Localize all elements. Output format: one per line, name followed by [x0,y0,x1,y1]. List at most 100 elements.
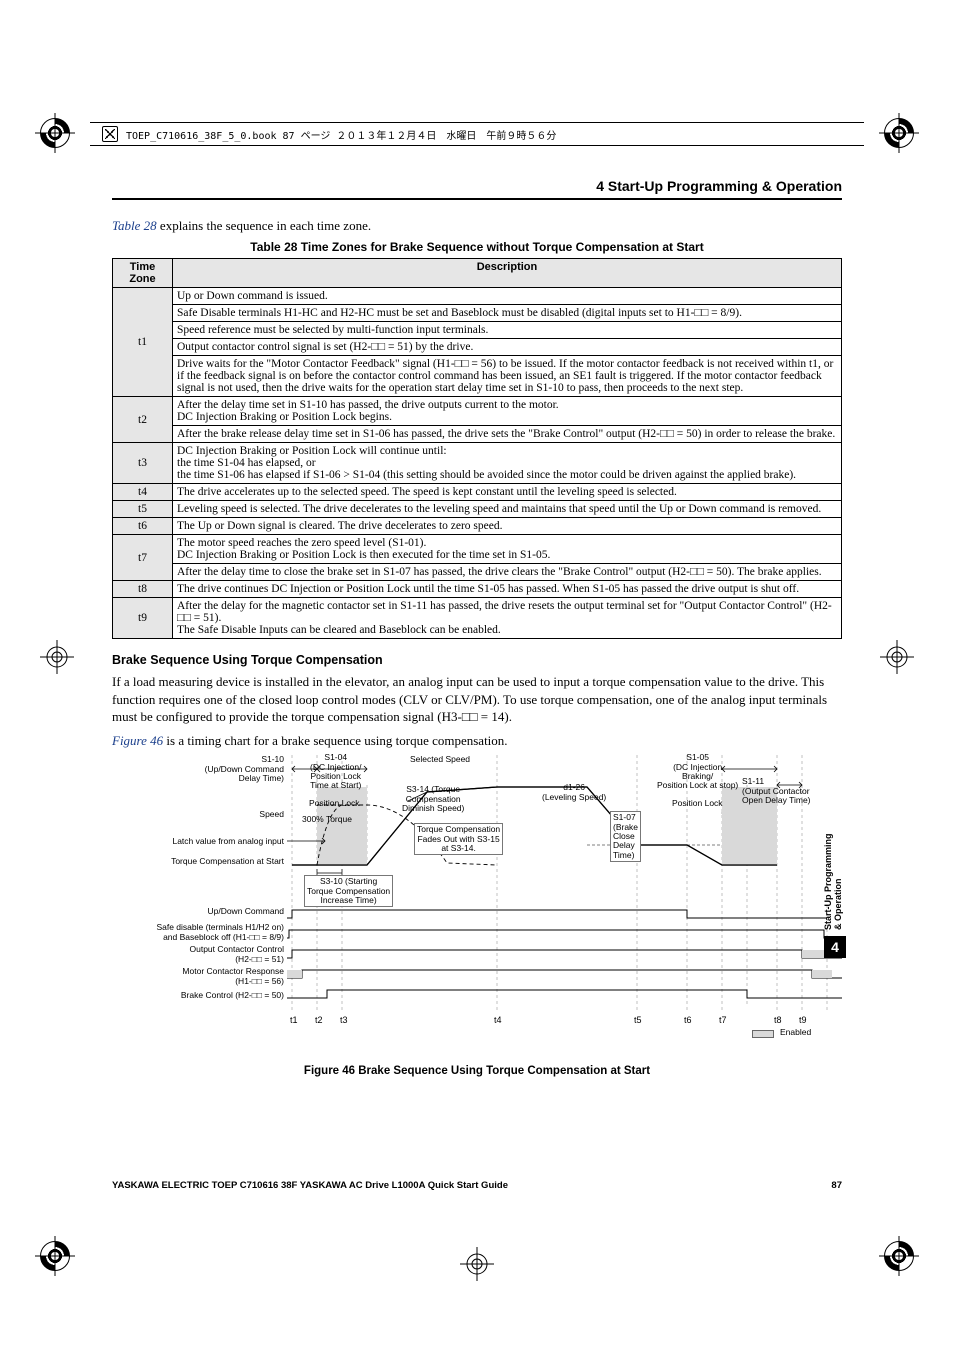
tick-t3: t3 [340,1015,348,1025]
legend-swatch-enabled [752,1030,774,1038]
registration-mark-icon [40,640,74,674]
label-motor-contactor-resp: Motor Contactor Response (H1-□□ = 56) [182,967,284,986]
registration-mark-icon [884,1241,914,1271]
book-icon [102,126,118,142]
col-header-description: Description [173,259,842,288]
note-300pct: 300% Torque [302,815,352,824]
side-tab: Start-Up Programming & Operation 4 [824,830,846,960]
cell: Safe Disable terminals H1-HC and H2-HC m… [173,305,842,322]
tick-t1: t1 [290,1015,298,1025]
tick-t7: t7 [719,1015,727,1025]
figure-46-caption: Figure 46 Brake Sequence Using Torque Co… [112,1065,842,1077]
tz-t4: t4 [113,484,173,501]
cell: Speed reference must be selected by mult… [173,322,842,339]
tick-t9: t9 [799,1015,807,1025]
registration-mark-icon [460,1247,494,1281]
side-tab-label: Start-Up Programming & Operation [824,830,844,930]
registration-mark-icon [40,118,70,148]
label-s1-10: S1-10 (Up/Down Command Delay Time) [205,755,284,783]
table-row: t6The Up or Down signal is cleared. The … [113,518,842,535]
link-table-28[interactable]: Table 28 [112,218,157,233]
paragraph: Figure 46 is a timing chart for a brake … [112,732,842,750]
table-row: t8The drive continues DC Injection or Po… [113,581,842,598]
page-footer: YASKAWA ELECTRIC TOEP C710616 38F YASKAW… [112,1180,842,1191]
label-speed: Speed [259,810,284,819]
note-tcomp-fade: Torque Compensation Fades Out with S3-15… [414,823,503,855]
note-s1-04: S1-04 (DC Injection/ Position Lock Time … [310,753,362,790]
note-s3-14: S3-14 (Torque Compensation Diminish Spee… [402,785,464,813]
paragraph-rest: is a timing chart for a brake sequence u… [163,733,507,748]
intro-rest: explains the sequence in each time zone. [157,218,371,233]
cell: After the delay time to close the brake … [173,564,842,581]
note-position-lock-left: Position Lock [309,799,360,808]
note-s3-10: S3-10 (Starting Torque Compensation Incr… [304,875,393,907]
note-s1-11: S1-11 (Output Contactor Open Delay Time) [742,777,811,805]
section-header: 4 Start-Up Programming & Operation [112,178,842,200]
footer-page-number: 87 [831,1180,842,1191]
tick-t8: t8 [774,1015,782,1025]
table-row: After the brake release delay time set i… [113,426,842,443]
table-row: Drive waits for the "Motor Contactor Fee… [113,356,842,397]
label-safe-disable: Safe disable (terminals H1/H2 on) and Ba… [156,923,284,942]
note-selected-speed: Selected Speed [410,755,470,764]
cell: After the delay time set in S1-10 has pa… [173,397,842,426]
cell: The drive accelerates up to the selected… [173,484,842,501]
cell: Up or Down command is issued. [173,288,842,305]
table-row: t1Up or Down command is issued. [113,288,842,305]
label-output-contactor: Output Contactor Control (H2-□□ = 51) [190,945,285,964]
label-tcomp-start: Torque Compensation at Start [171,857,284,866]
tz-t7: t7 [113,535,173,581]
legend-label-enabled: Enabled [780,1028,811,1037]
cell: The drive continues DC Injection or Posi… [173,581,842,598]
intro-line: Table 28 explains the sequence in each t… [112,218,842,234]
table-row: t5Leveling speed is selected. The drive … [113,501,842,518]
tz-t9: t9 [113,598,173,639]
label-latch: Latch value from analog input [172,837,284,846]
registration-mark-icon [40,1241,70,1271]
table-row: After the delay time to close the brake … [113,564,842,581]
table-row: Speed reference must be selected by mult… [113,322,842,339]
tick-t5: t5 [634,1015,642,1025]
figure-46-diagram: S1-10 (Up/Down Command Delay Time) Speed… [112,755,842,1055]
note-s1-05: S1-05 (DC Injection Braking/ Position Lo… [657,753,738,790]
tz-t6: t6 [113,518,173,535]
cell: After the delay for the magnetic contact… [173,598,842,639]
cell: Output contactor control signal is set (… [173,339,842,356]
label-up-down: Up/Down Command [207,907,284,916]
tick-t2: t2 [315,1015,323,1025]
paragraph: If a load measuring device is installed … [112,673,842,726]
tick-t6: t6 [684,1015,692,1025]
table-row: t4The drive accelerates up to the select… [113,484,842,501]
note-d1-26: d1-26 (Leveling Speed) [542,783,606,802]
cell: Leveling speed is selected. The drive de… [173,501,842,518]
table-row: t2After the delay time set in S1-10 has … [113,397,842,426]
table-row: t7The motor speed reaches the zero speed… [113,535,842,564]
note-position-lock-right: Position Lock [672,799,723,808]
table-28-title: Table 28 Time Zones for Brake Sequence w… [112,240,842,254]
print-header-text: TOEP_C710616_38F_5_0.book 87 ページ ２０１３年１２… [126,127,556,142]
table-28: Time Zone Description t1Up or Down comma… [112,258,842,639]
tz-t1: t1 [113,288,173,397]
registration-mark-icon [884,118,914,148]
registration-mark-icon [880,640,914,674]
tick-t4: t4 [494,1015,502,1025]
cell: Drive waits for the "Motor Contactor Fee… [173,356,842,397]
cell: The motor speed reaches the zero speed l… [173,535,842,564]
link-figure-46[interactable]: Figure 46 [112,733,163,748]
table-row: t9After the delay for the magnetic conta… [113,598,842,639]
tz-t8: t8 [113,581,173,598]
table-row: t3DC Injection Braking or Position Lock … [113,443,842,484]
note-s1-07: S1-07 (Brake Close Delay Time) [610,811,641,862]
cell: The Up or Down signal is cleared. The dr… [173,518,842,535]
table-row: Output contactor control signal is set (… [113,339,842,356]
label-brake-control: Brake Control (H2-□□ = 50) [181,991,284,1000]
page-content: 4 Start-Up Programming & Operation Table… [112,178,842,1077]
footer-left: YASKAWA ELECTRIC TOEP C710616 38F YASKAW… [112,1180,508,1191]
print-header: TOEP_C710616_38F_5_0.book 87 ページ ２０１３年１２… [90,122,864,146]
tz-t5: t5 [113,501,173,518]
col-header-timezone: Time Zone [113,259,173,288]
tz-t3: t3 [113,443,173,484]
cell: DC Injection Braking or Position Lock wi… [173,443,842,484]
side-tab-number: 4 [824,936,846,958]
table-row: Safe Disable terminals H1-HC and H2-HC m… [113,305,842,322]
